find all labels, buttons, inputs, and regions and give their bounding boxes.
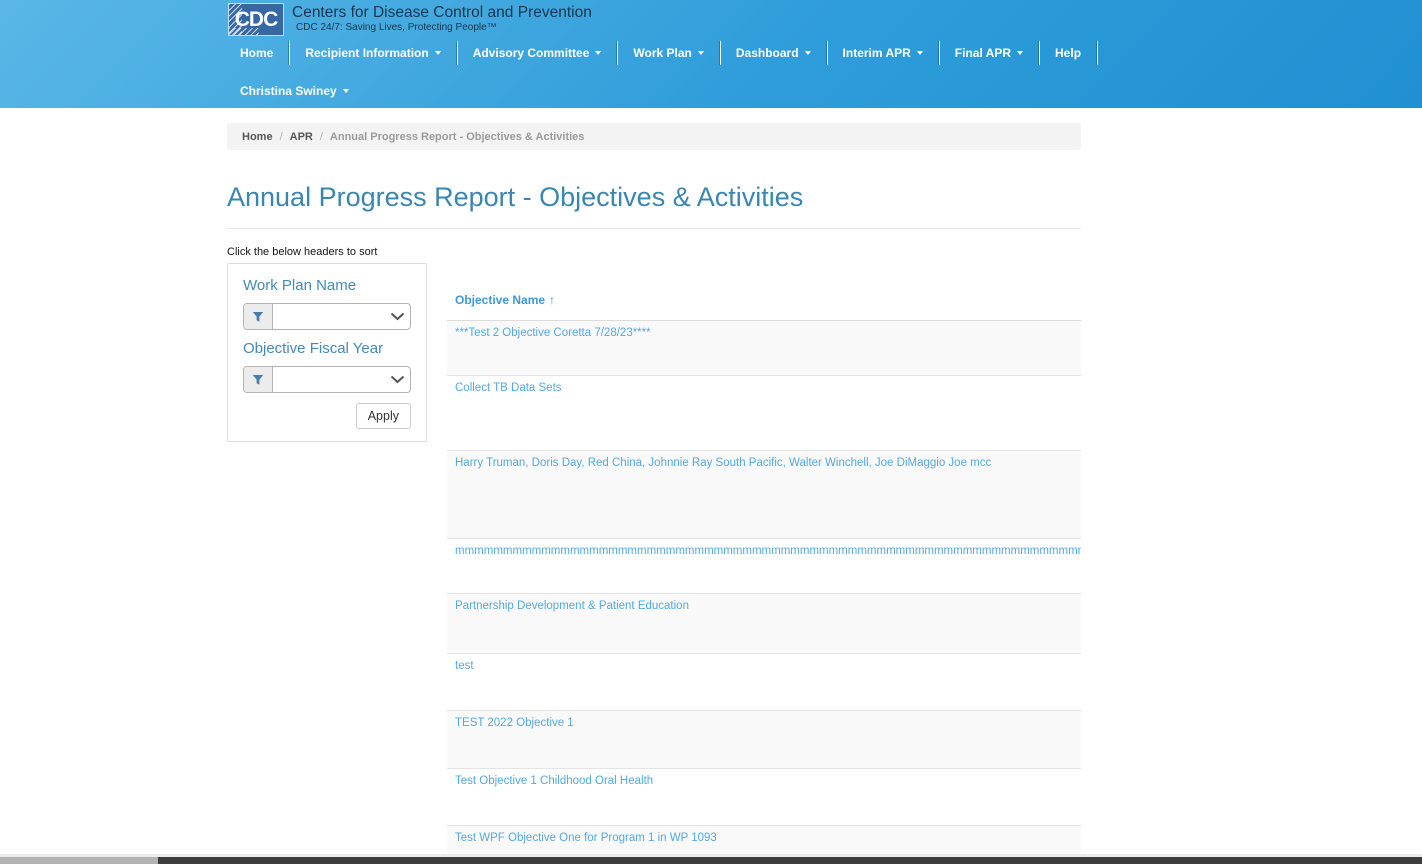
nav-item-interim-apr[interactable]: Interim APR xyxy=(828,46,938,60)
user-menu[interactable]: Christina Swiney xyxy=(240,84,364,98)
user-nav: Christina Swiney xyxy=(0,78,1422,104)
filter-addon[interactable] xyxy=(244,367,273,392)
sort-hint-text: Click the below headers to sort xyxy=(227,246,378,258)
sort-ascending-icon: ↑ xyxy=(549,293,556,307)
breadcrumb-separator: / xyxy=(279,130,283,143)
work-plan-name-select[interactable] xyxy=(243,303,411,330)
filter-funnel-icon xyxy=(252,374,264,385)
nav-item-recipient-information[interactable]: Recipient Information xyxy=(290,46,455,60)
apply-button[interactable]: Apply xyxy=(355,403,411,429)
objective-fiscal-year-value xyxy=(273,367,384,392)
chevron-down-icon xyxy=(434,51,441,55)
scrollbar-track[interactable] xyxy=(0,857,158,864)
chevron-down-icon xyxy=(595,51,602,55)
select-chevron[interactable] xyxy=(384,304,410,329)
title-divider xyxy=(227,228,1081,229)
content-row: Work Plan Name Objective Fiscal Year App… xyxy=(227,263,1081,864)
objective-fiscal-year-select[interactable] xyxy=(243,366,411,393)
filter-funnel-icon xyxy=(252,311,264,322)
nav-item-home[interactable]: Home xyxy=(240,46,288,60)
objective-link[interactable]: Collect TB Data Sets xyxy=(447,376,1081,451)
objectives-table: Objective Name ↑ ***Test 2 Objective Core… xyxy=(447,291,1081,864)
breadcrumb-current: Annual Progress Report - Objectives & Ac… xyxy=(329,130,585,143)
work-plan-name-value xyxy=(273,304,384,329)
brand-row: CDC Centers for Disease Control and Prev… xyxy=(0,0,1422,40)
objective-fiscal-year-label: Objective Fiscal Year xyxy=(243,340,384,357)
chevron-down-icon xyxy=(1017,51,1024,55)
objective-link[interactable]: mmmmmmmmmmmmmmmmmmmmmmmmmmmmmmmmmmmmmmmm… xyxy=(447,539,1081,594)
objective-rows: ***Test 2 Objective Coretta 7/28/23**** … xyxy=(447,321,1081,864)
objective-name-column-header[interactable]: Objective Name ↑ xyxy=(447,291,1081,321)
nav-item-final-apr[interactable]: Final APR xyxy=(940,46,1038,60)
objective-link[interactable]: Test Objective 1 Childhood Oral Health xyxy=(447,769,1081,826)
objective-link[interactable]: Harry Truman, Doris Day, Red China, John… xyxy=(447,451,1081,539)
nav-item-dashboard[interactable]: Dashboard xyxy=(721,46,826,60)
nav-item-work-plan[interactable]: Work Plan xyxy=(618,46,718,60)
work-plan-name-label: Work Plan Name xyxy=(243,277,357,294)
chevron-down-icon xyxy=(390,375,404,384)
nav-item-help[interactable]: Help xyxy=(1040,46,1096,60)
filter-addon[interactable] xyxy=(244,304,273,329)
agency-name: Centers for Disease Control and Preventi… xyxy=(292,4,592,21)
page-content: Home / APR / Annual Progress Report - Ob… xyxy=(227,123,1081,864)
chevron-down-icon xyxy=(916,51,923,55)
chevron-down-icon xyxy=(804,51,811,55)
breadcrumb-home[interactable]: Home xyxy=(242,131,273,143)
cdc-logo-text: CDC xyxy=(234,7,278,31)
agency-tagline: CDC 24/7: Saving Lives, Protecting Peopl… xyxy=(296,22,497,33)
objective-link[interactable]: TEST 2022 Objective 1 xyxy=(447,711,1081,769)
horizontal-scrollbar[interactable] xyxy=(0,854,1422,864)
nav-divider xyxy=(1096,41,1099,65)
main-nav: Home Recipient Information Advisory Comm… xyxy=(0,40,1422,66)
objective-link[interactable]: Partnership Development & Patient Educat… xyxy=(447,594,1081,654)
brand-text: Centers for Disease Control and Preventi… xyxy=(292,3,592,34)
filter-panel: Work Plan Name Objective Fiscal Year App… xyxy=(227,263,427,442)
objective-link[interactable]: test xyxy=(447,654,1081,711)
apply-row: Apply xyxy=(243,403,411,429)
chevron-down-icon xyxy=(697,51,704,55)
site-header: CDC Centers for Disease Control and Prev… xyxy=(0,0,1422,108)
scrollbar-thumb[interactable] xyxy=(158,857,1422,864)
breadcrumb: Home / APR / Annual Progress Report - Ob… xyxy=(227,123,1081,150)
page-title: Annual Progress Report - Objectives & Ac… xyxy=(227,182,804,212)
objective-link[interactable]: ***Test 2 Objective Coretta 7/28/23**** xyxy=(447,321,1081,376)
breadcrumb-separator: / xyxy=(319,130,323,143)
chevron-down-icon xyxy=(390,312,404,321)
cdc-logo[interactable]: CDC xyxy=(228,3,284,36)
chevron-down-icon xyxy=(342,89,349,93)
breadcrumb-apr[interactable]: APR xyxy=(290,131,313,143)
nav-item-advisory-committee[interactable]: Advisory Committee xyxy=(458,46,617,60)
select-chevron[interactable] xyxy=(384,367,410,392)
